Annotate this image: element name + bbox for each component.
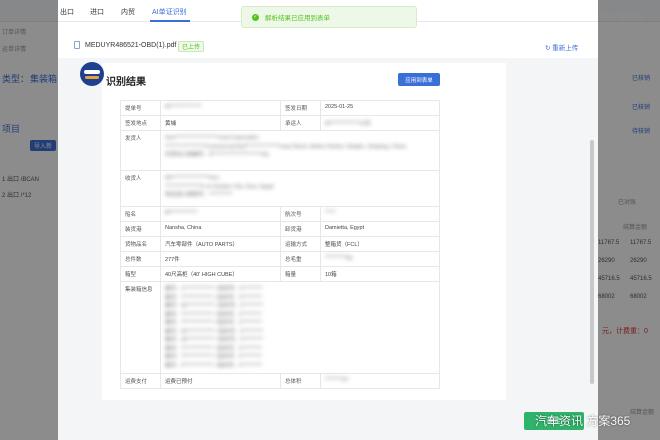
text-line: 箱号：T************* / 铅封号：F********* bbox=[165, 320, 262, 326]
field-label: 收货人 bbox=[120, 170, 161, 207]
field-label: 总毛重 bbox=[280, 251, 321, 267]
table-row: 签发地点 黄埔 承运人 M**************公司 bbox=[120, 115, 440, 131]
field-label: 签发日期 bbox=[280, 100, 321, 116]
text-line: 箱号：T************* / 铅封号：F********* bbox=[165, 354, 262, 360]
file-name[interactable]: MEDUYR486521-OBD(1).pdf bbox=[85, 42, 176, 49]
text-line: 箱号：F************* / 铅封号：F********* bbox=[165, 362, 262, 369]
field-label: 发货人 bbox=[120, 130, 161, 171]
text-line: *****************h of October City, Giza… bbox=[165, 183, 274, 190]
text-line: 箱号：M************* / 铅封号：F********* bbox=[165, 328, 264, 335]
text-line: 箱号：T************* / 铅封号：F********* bbox=[165, 294, 262, 301]
field-value: 40尺高柜（40' HIGH CUBE） bbox=[160, 266, 281, 282]
tab-import[interactable]: 进口 bbox=[90, 7, 104, 17]
field-value: 运费已预付 bbox=[160, 373, 281, 389]
field-value: M************* bbox=[160, 206, 281, 222]
field-label: 箱型 bbox=[120, 266, 161, 282]
field-value: **********kg bbox=[320, 251, 440, 267]
field-value: 汽车零部件（AUTO PARTS） bbox=[160, 236, 281, 252]
field-label: 提单号 bbox=[120, 100, 161, 116]
field-value: ***** bbox=[320, 206, 440, 222]
table-row: 提单号 M*************** 签发日期 2025-01-25 bbox=[120, 100, 440, 116]
text-line: Mo*****************ines bbox=[165, 175, 220, 181]
field-label: 承运人 bbox=[280, 115, 321, 131]
table-row: 发货人 Gen********************onal Corporat… bbox=[120, 130, 440, 171]
field-label: 总件数 bbox=[120, 251, 161, 267]
reupload-label: 重新上传 bbox=[552, 45, 579, 52]
reupload-button[interactable]: ↻ 重新上传 bbox=[545, 42, 578, 52]
field-value: 10箱 bbox=[320, 266, 440, 282]
field-label: 装货港 bbox=[120, 221, 161, 237]
field-value: Damietta, Egypt bbox=[320, 221, 440, 237]
company-logo bbox=[80, 62, 104, 86]
text-line: 箱号：T************* / 铅封号：F********* bbox=[165, 345, 262, 352]
table-row: 货物品名 汽车零部件（AUTO PARTS） 运输方式 整箱货（FCL） bbox=[120, 236, 440, 252]
field-value: M**************公司 bbox=[320, 115, 440, 131]
text-line: 箱号：C************* / 铅封号：F********* bbox=[165, 286, 263, 292]
field-label: 总体积 bbox=[280, 373, 321, 389]
text-line: 箱号：M************* / 铅封号：F********* bbox=[165, 337, 264, 343]
ai-recognition-drawer: 出口 进口 内贸 AI单证识别 ✓ 解析结果已应用到表单 MEDUYR48652… bbox=[58, 0, 598, 440]
scrollbar[interactable] bbox=[590, 140, 594, 384]
watermark: 汽车资讯 方案365 bbox=[535, 414, 631, 428]
text-line: 箱号：M************* / 铅封号：F********* bbox=[165, 303, 264, 309]
table-row: 集装箱信息 箱号：C************* / 铅封号：F*********… bbox=[120, 281, 440, 374]
field-label: 箱量 bbox=[280, 266, 321, 282]
upload-status-badge: 已上传 bbox=[178, 41, 205, 52]
field-value: M*************** bbox=[160, 100, 281, 116]
table-row: 总件数 277件 总毛重 **********kg bbox=[120, 251, 440, 267]
field-label: 运费支付 bbox=[120, 373, 161, 389]
tab-export[interactable]: 出口 bbox=[60, 7, 74, 17]
file-icon bbox=[74, 41, 80, 49]
table-row: 运费支付 运费已预付 总体积 ********m³ bbox=[120, 373, 440, 389]
toast-message: 解析结果已应用到表单 bbox=[265, 15, 330, 22]
field-value: Mo*****************ines ****************… bbox=[160, 170, 440, 207]
tab-ai-recognition[interactable]: AI单证识别 bbox=[152, 7, 187, 17]
field-value: 277件 bbox=[160, 251, 281, 267]
field-label: 运输方式 bbox=[280, 236, 321, 252]
text-line: *******************Commercial Buil******… bbox=[165, 143, 406, 150]
field-value: Nansha, China bbox=[160, 221, 281, 237]
field-label: 签发地点 bbox=[120, 115, 161, 131]
apply-to-form-button[interactable]: 应用到表单 bbox=[398, 73, 440, 86]
success-toast: ✓ 解析结果已应用到表单 bbox=[241, 6, 417, 28]
field-value: 箱号：C************* / 铅封号：F********* 箱号：T*… bbox=[160, 281, 440, 374]
tab-domestic[interactable]: 内贸 bbox=[121, 7, 135, 17]
field-label: 卸货港 bbox=[280, 221, 321, 237]
table-row: 装货港 Nansha, China 卸货港 Damietta, Egypt bbox=[120, 221, 440, 237]
field-value: Gen********************onal Corporation … bbox=[160, 130, 440, 171]
check-circle-icon: ✓ bbox=[252, 13, 259, 21]
result-title: 识别结果 bbox=[106, 77, 146, 88]
field-value: 2025-01-25 bbox=[320, 100, 440, 116]
text-line: Gen********************onal Corporation bbox=[165, 135, 259, 141]
field-label: 集装箱信息 bbox=[120, 281, 161, 374]
field-label: 船名 bbox=[120, 206, 161, 222]
table-row: 船名 M************* 航次号 ***** bbox=[120, 206, 440, 222]
table-row: 箱型 40尺高柜（40' HIGH CUBE） 箱量 10箱 bbox=[120, 266, 440, 282]
field-label: 货物品名 bbox=[120, 236, 161, 252]
field-value: 整箱货（FCL） bbox=[320, 236, 440, 252]
text-line: 外贸出口商编号：9***********************2Q bbox=[165, 152, 269, 158]
table-row: 收货人 Mo*****************ines ************… bbox=[120, 170, 440, 207]
active-tab-indicator bbox=[150, 20, 190, 22]
text-line: 箱号：T************* / 铅封号：F********* bbox=[165, 311, 262, 318]
field-value: ********m³ bbox=[320, 373, 440, 389]
result-table: 提单号 M*************** 签发日期 2025-01-25 签发地… bbox=[120, 100, 440, 389]
field-value: 黄埔 bbox=[160, 115, 281, 131]
text-line: 埃及进口商税号：*********** bbox=[165, 192, 233, 198]
field-label: 航次号 bbox=[280, 206, 321, 222]
